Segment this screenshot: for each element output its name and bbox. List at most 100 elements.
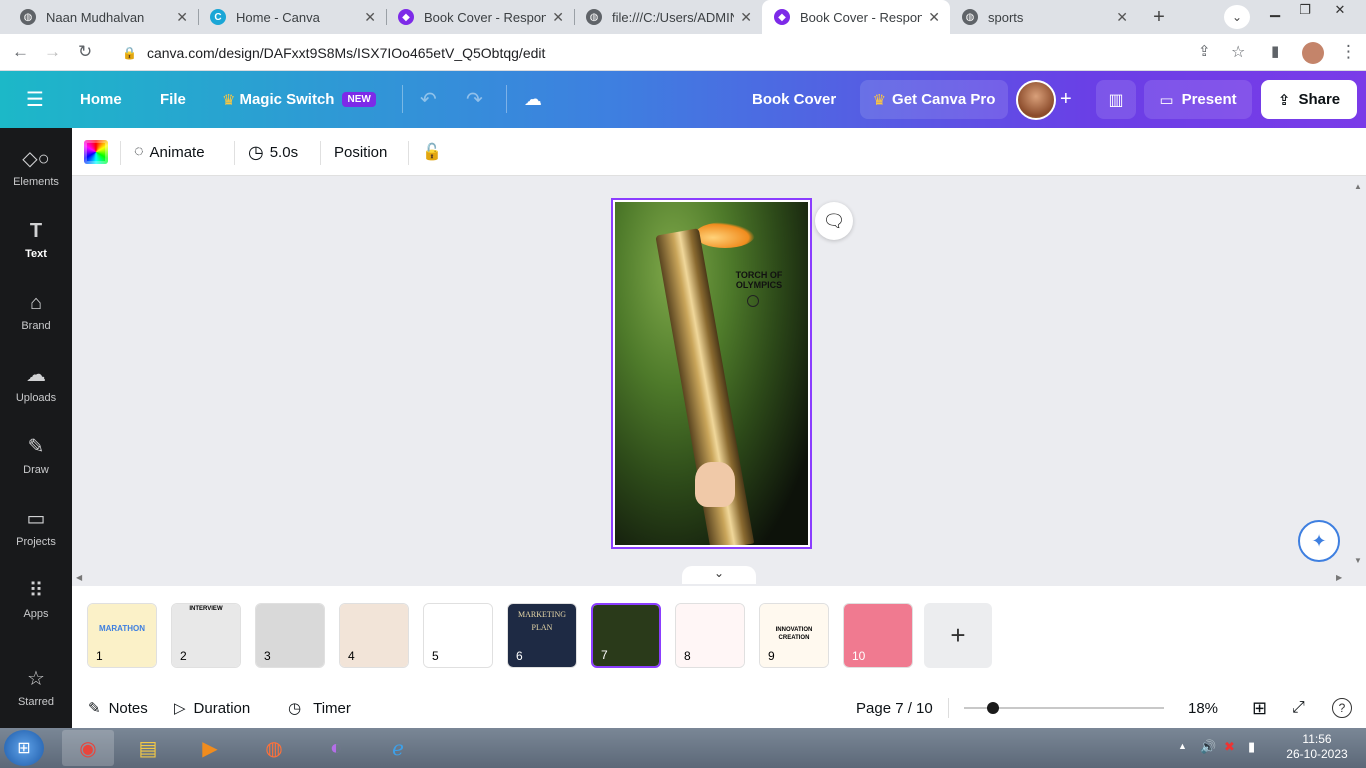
url-field[interactable]: 🔒 canva.com/design/DAFxxt9S8Ms/ISX7IOo46… bbox=[110, 38, 1260, 67]
new-tab-icon[interactable]: + bbox=[1146, 5, 1172, 29]
redo-icon[interactable]: ↷ bbox=[466, 71, 483, 128]
share-button[interactable]: ⇪ Share bbox=[1261, 80, 1357, 119]
page-thumb[interactable]: 10 bbox=[843, 603, 913, 668]
help-icon[interactable]: ? bbox=[1332, 698, 1352, 718]
page-thumb[interactable]: 5 bbox=[423, 603, 493, 668]
browser-tab[interactable]: ◆ Book Cover - Responsiv ✕ bbox=[386, 0, 574, 34]
bookmark-star-icon[interactable]: ☆ bbox=[1231, 42, 1245, 62]
app-mask-icon[interactable]: ◐ bbox=[310, 730, 362, 766]
notes-button[interactable]: ✎ Notes bbox=[88, 688, 148, 728]
browser-tab[interactable]: C Home - Canva ✕ bbox=[198, 0, 386, 34]
horizontal-scrollbar[interactable]: ◀ ▶ ⌄ bbox=[72, 566, 1366, 586]
sidebar-item-brand[interactable]: ⌂ Brand bbox=[0, 280, 72, 344]
restore-icon[interactable]: ❐ bbox=[1290, 0, 1320, 20]
close-icon[interactable]: ✕ bbox=[740, 9, 752, 26]
zoom-slider-handle[interactable] bbox=[986, 702, 999, 714]
browser-tab[interactable]: ◍ Naan Mudhalvan ✕ bbox=[8, 0, 198, 34]
collapse-pages-icon[interactable]: ⌄ bbox=[682, 566, 756, 584]
close-icon[interactable]: ✕ bbox=[552, 9, 564, 26]
magic-switch-button[interactable]: ♛ Magic Switch NEW bbox=[222, 71, 376, 128]
user-avatar[interactable] bbox=[1016, 80, 1056, 120]
cloud-save-icon[interactable]: ☁ bbox=[524, 71, 542, 128]
sidebar-item-text[interactable]: T Text bbox=[0, 208, 72, 272]
tab-search-icon[interactable]: ⌄ bbox=[1224, 5, 1250, 29]
home-button[interactable]: Home bbox=[80, 71, 122, 128]
add-comment-icon[interactable]: 🗨 bbox=[815, 202, 853, 240]
hamburger-menu-icon[interactable]: ☰ bbox=[26, 71, 44, 128]
file-explorer-icon[interactable]: ▤ bbox=[122, 730, 174, 766]
internet-explorer-icon[interactable]: ℯ bbox=[372, 730, 424, 766]
tray-arrow-icon[interactable]: ▲ bbox=[1178, 741, 1187, 751]
windows-taskbar: ⊞ ◉ ▤ ▶ ◍ ◐ ℯ ▲ 🔊 ✖ ▮ 11:56 26-10-2023 bbox=[0, 728, 1366, 768]
duration-button[interactable]: ◷ 5.0s bbox=[248, 128, 298, 176]
add-collaborator-icon[interactable]: + bbox=[1060, 71, 1072, 128]
scroll-right-icon[interactable]: ▶ bbox=[1336, 573, 1342, 582]
position-button[interactable]: Position bbox=[334, 128, 387, 176]
page-thumb-selected[interactable]: 7 bbox=[591, 603, 661, 668]
get-canva-pro-button[interactable]: ♛ Get Canva Pro bbox=[860, 80, 1008, 119]
start-button-icon[interactable]: ⊞ bbox=[4, 730, 44, 766]
page-thumb[interactable]: 4 bbox=[339, 603, 409, 668]
chrome-icon[interactable]: ◉ bbox=[62, 730, 114, 766]
forward-icon[interactable]: → bbox=[44, 42, 61, 62]
sidebar-item-projects[interactable]: ▭ Projects bbox=[0, 496, 72, 560]
undo-icon[interactable]: ↶ bbox=[420, 71, 437, 128]
grid-view-icon[interactable]: ⊞ bbox=[1252, 688, 1267, 728]
scroll-left-icon[interactable]: ◀ bbox=[76, 573, 82, 582]
sidebar-item-starred[interactable]: ☆ Starred bbox=[0, 656, 72, 720]
scroll-down-icon[interactable]: ▼ bbox=[1354, 556, 1362, 565]
close-icon[interactable]: ✕ bbox=[928, 9, 940, 26]
side-panel-icon[interactable]: ▮ bbox=[1271, 42, 1279, 60]
animate-button[interactable]: ◌ Animate bbox=[134, 128, 205, 176]
page-thumb[interactable]: 3 bbox=[255, 603, 325, 668]
magic-assistant-icon[interactable]: ✦ bbox=[1298, 520, 1340, 562]
insights-icon[interactable]: ▥ bbox=[1096, 80, 1136, 119]
color-picker-swatch[interactable] bbox=[84, 140, 108, 164]
timer-button[interactable]: ◷ Timer bbox=[288, 688, 351, 728]
sidebar-item-uploads[interactable]: ☁ Uploads bbox=[0, 352, 72, 416]
page-thumb[interactable]: MARATHON 1 bbox=[87, 603, 157, 668]
close-window-icon[interactable]: ✕ bbox=[1322, 0, 1358, 20]
reload-icon[interactable]: ↻ bbox=[78, 42, 92, 62]
back-icon[interactable]: ← bbox=[12, 42, 29, 62]
add-page-button[interactable]: + bbox=[924, 603, 992, 668]
sidebar-item-draw[interactable]: ✎ Draw bbox=[0, 424, 72, 488]
minimize-icon[interactable]: ▁ bbox=[1260, 0, 1290, 20]
design-title-text[interactable]: TORCH OF OLYMPICS bbox=[719, 270, 799, 290]
document-title[interactable]: Book Cover bbox=[752, 71, 836, 128]
volume-icon[interactable]: 🔊 bbox=[1200, 739, 1216, 755]
browser-tab[interactable]: ◍ sports ✕ bbox=[950, 0, 1138, 34]
lock-icon[interactable]: 🔓 bbox=[422, 128, 442, 176]
fullscreen-icon[interactable]: ⤢ bbox=[1292, 688, 1305, 728]
sidebar-item-elements[interactable]: ◇○ Elements bbox=[0, 136, 72, 200]
share-page-icon[interactable]: ⇪ bbox=[1198, 42, 1211, 60]
system-clock[interactable]: 11:56 26-10-2023 bbox=[1272, 732, 1362, 762]
tab-title: Naan Mudhalvan bbox=[46, 9, 145, 25]
page-thumb[interactable]: 8 bbox=[675, 603, 745, 668]
close-icon[interactable]: ✕ bbox=[1116, 9, 1128, 26]
torch-photo[interactable]: TORCH OF OLYMPICS bbox=[615, 202, 808, 545]
media-player-icon[interactable]: ▶ bbox=[184, 730, 236, 766]
firefox-icon[interactable]: ◍ bbox=[248, 730, 300, 766]
menu-dots-icon[interactable]: ⋮ bbox=[1340, 42, 1357, 62]
toolbar-divider bbox=[320, 141, 321, 165]
page-indicator[interactable]: Page 7 / 10 bbox=[856, 688, 933, 728]
scroll-up-icon[interactable]: ▲ bbox=[1354, 182, 1362, 191]
network-icon[interactable]: ✖ bbox=[1224, 739, 1235, 755]
design-page[interactable]: TORCH OF OLYMPICS bbox=[611, 198, 812, 549]
page-thumb[interactable]: MARKETING PLAN 6 bbox=[507, 603, 577, 668]
zoom-level[interactable]: 18% bbox=[1188, 688, 1218, 728]
page-thumb[interactable]: INTERVIEW 2 bbox=[171, 603, 241, 668]
profile-avatar[interactable] bbox=[1302, 42, 1324, 64]
sidebar-item-apps[interactable]: ⠿ Apps bbox=[0, 568, 72, 632]
close-icon[interactable]: ✕ bbox=[364, 9, 376, 26]
file-button[interactable]: File bbox=[160, 71, 186, 128]
power-icon[interactable]: ▮ bbox=[1248, 739, 1255, 755]
duration-footer-button[interactable]: ▷ Duration bbox=[174, 688, 250, 728]
close-icon[interactable]: ✕ bbox=[176, 9, 188, 26]
browser-tab[interactable]: ◍ file:///C:/Users/ADMIN/ ✕ bbox=[574, 0, 762, 34]
design-title-line2: OLYMPICS bbox=[735, 280, 783, 290]
page-thumb[interactable]: INNOVATION CREATION 9 bbox=[759, 603, 829, 668]
present-button[interactable]: ▭ Present bbox=[1144, 80, 1252, 119]
browser-tab-active[interactable]: ◆ Book Cover - Responsiv ✕ bbox=[762, 0, 950, 34]
